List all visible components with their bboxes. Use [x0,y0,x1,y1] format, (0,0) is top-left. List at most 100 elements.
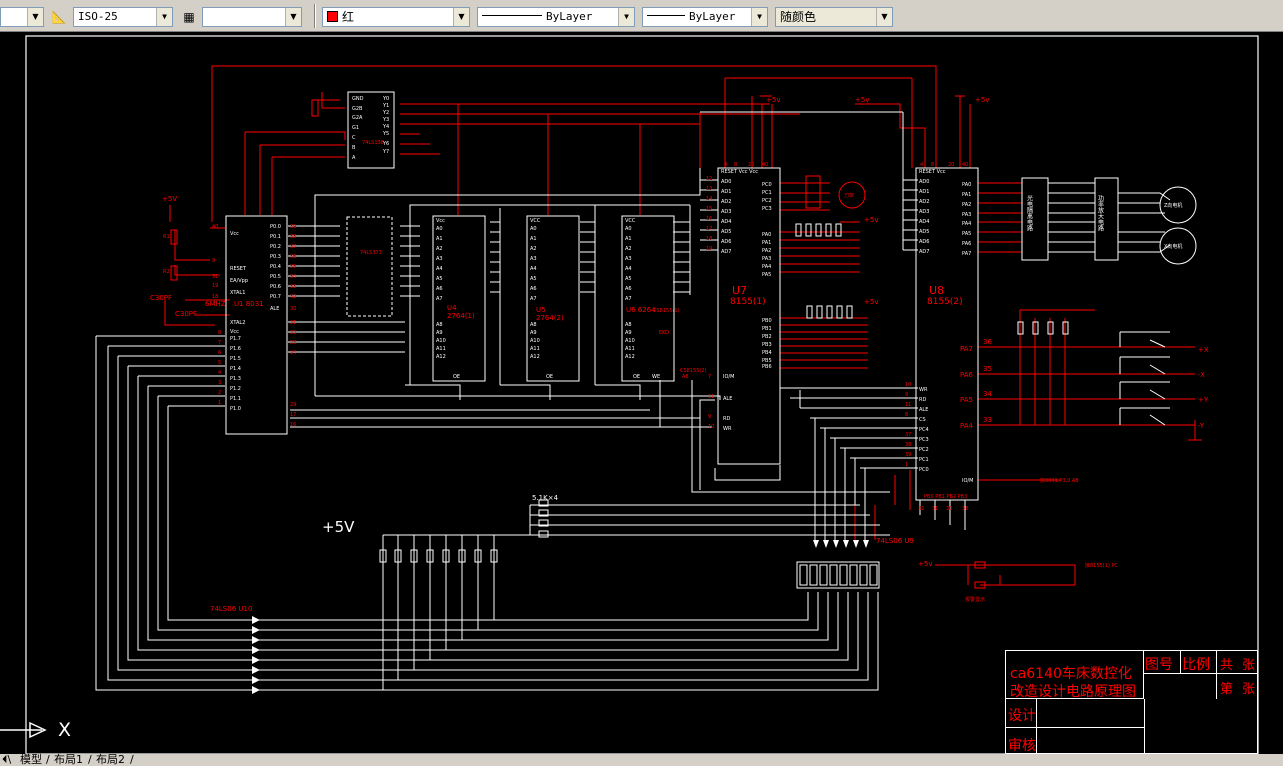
svg-text:AD0: AD0 [919,179,929,185]
tab-model[interactable]: 模型 [20,754,42,766]
svg-text:GND: GND [352,96,364,102]
svg-text:A3: A3 [625,256,632,262]
svg-text:1: 1 [218,400,221,406]
tab-divider: / [46,753,50,766]
u7-label: U7 [732,284,747,297]
svg-text:P0.7: P0.7 [270,294,281,300]
svg-text:IO/M: IO/M [723,374,734,380]
svg-text:A11: A11 [625,346,635,352]
svg-text:A: A [352,155,356,161]
svg-text:32: 32 [290,294,296,300]
u6-label: U6 6264 [626,306,656,314]
svg-text:A3: A3 [530,256,537,262]
color-value: 红 [342,10,355,24]
svg-text:A6: A6 [436,286,443,292]
svg-text:16: 16 [290,422,296,428]
limit-labels: PA7 PA6 PA5 PA4 36 35 34 33 +X -X +Y -Y [960,338,1209,430]
svg-text:AD3: AD3 [721,209,731,215]
stepper-coil [805,175,821,209]
u5-part: 2764(2) [536,314,564,322]
svg-text:PC0: PC0 [919,467,929,473]
u10-inverters [252,616,260,694]
svg-text:AD3: AD3 [919,209,929,215]
svg-text:P1.7: P1.7 [230,336,241,342]
z-motor-label: Z向电机 [1164,202,1182,209]
svg-text:PB0 PB1 PB2 PB3: PB0 PB1 PB2 PB3 [924,494,967,500]
svg-text:PA6: PA6 [962,241,971,247]
svg-text:8: 8 [734,162,737,168]
u4-part: 2764(1) [447,312,475,320]
svg-text:11: 11 [708,394,714,400]
total-label: 共 [1220,658,1234,673]
dimstyle-icon[interactable]: 📐 [50,8,68,26]
svg-text:EA/Vpp: EA/Vpp [230,278,248,284]
svg-text:30: 30 [290,306,296,312]
svg-text:ALE: ALE [270,306,279,312]
svg-text:A4: A4 [530,266,537,272]
color-dropdown[interactable]: 红 ▼ [322,7,470,27]
u8-label: U8 [929,284,944,297]
linetype-value: ByLayer [546,10,593,23]
tab-layout2[interactable]: 布局2 [96,754,125,766]
svg-text:PC3: PC3 [762,206,772,212]
plotstyle-dropdown[interactable]: 随颜色 ▼ [775,7,893,27]
svg-text:A10: A10 [625,338,635,344]
svg-text:39: 39 [290,224,296,230]
svg-text:ALE: ALE [919,407,928,413]
supply-mid: +5v [855,96,869,104]
svg-text:CS: CS [919,417,926,423]
svg-text:WE: WE [652,374,660,380]
lineweight-dropdown[interactable]: ByLayer ▼ [642,7,768,27]
svg-text:20: 20 [748,162,754,168]
plotstyle-value: 随颜色 [780,10,817,24]
svg-text:A12: A12 [625,354,635,360]
svg-text:PA3: PA3 [962,212,971,218]
svg-text:A5: A5 [436,276,443,282]
layer-dropdown[interactable]: ▼ [0,7,44,27]
drawing-canvas[interactable]: U1 8031 U4 2764(1) U5 2764(2) U6 6264 74… [0,32,1283,755]
svg-text:16: 16 [706,216,712,222]
svg-text:A1: A1 [625,236,632,242]
svg-text:30: 30 [946,506,952,512]
u9-label: 74LS06 U9 [876,537,914,545]
svg-text:PC1: PC1 [762,190,772,196]
tab-layout1[interactable]: 布局1 [54,754,83,766]
svg-text:OE: OE [633,374,640,380]
tab-divider: / [88,753,92,766]
svg-text:24: 24 [290,350,296,356]
svg-text:RESET: RESET [230,266,247,272]
u10-label: 74LS06 U10 [210,605,252,613]
svg-text:10: 10 [708,424,714,430]
svg-text:21: 21 [290,320,296,326]
tab-nav-arrows[interactable]: ⏴\ [2,754,11,766]
svg-text:AD4: AD4 [721,219,731,225]
pin34-label: 34 [983,390,992,398]
dimstyle-dropdown[interactable]: ISO-25 ▼ [73,7,173,27]
plus5v-big-label: +5V [322,518,355,536]
svg-text:PA1: PA1 [962,192,971,198]
linetype-dropdown[interactable]: ByLayer ▼ [477,7,635,27]
supply-pack1: +5v [864,216,878,224]
pin36-label: 36 [983,338,992,346]
svg-text:37: 37 [905,432,911,438]
big-chip-labels: U7 8155(1) U8 8155(2) [730,284,963,307]
svg-text:40: 40 [962,162,968,168]
svg-text:36: 36 [290,254,296,260]
svg-text:P1.3: P1.3 [230,376,241,382]
svg-text:9: 9 [212,258,215,264]
title-line2: 改造设计电路原理图 [1010,684,1136,700]
svg-text:A2: A2 [436,246,443,252]
svg-text:40: 40 [762,162,768,168]
svg-text:29: 29 [290,402,296,408]
svg-text:Y7: Y7 [382,149,389,155]
white-wiring [95,111,1171,691]
svg-text:Y6: Y6 [382,141,389,147]
tablestyle-icon[interactable]: ▦ [180,8,198,26]
svg-text:G2B: G2B [352,106,363,112]
svg-text:8: 8 [905,412,908,418]
cap2-label: C30PF [175,310,197,318]
tablestyle-dropdown[interactable]: ▼ [202,7,302,27]
svg-text:PA1: PA1 [762,240,771,246]
svg-text:PA2: PA2 [762,248,771,254]
svg-text:VCC: VCC [625,218,636,224]
